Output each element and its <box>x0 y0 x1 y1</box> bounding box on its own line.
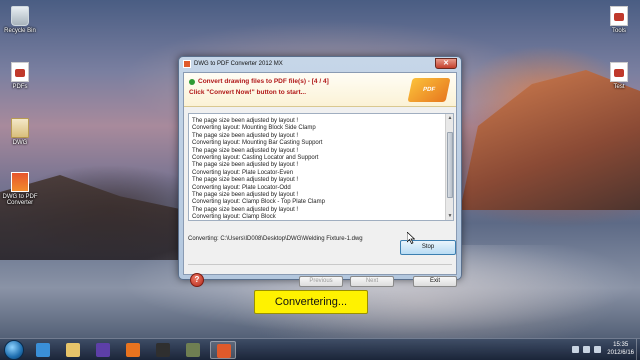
document-icon <box>610 6 628 26</box>
close-button[interactable]: ✕ <box>435 57 457 69</box>
desktop-icon-test[interactable]: Test <box>599 62 639 90</box>
divider <box>188 264 452 265</box>
windows-explorer-icon <box>66 343 80 357</box>
log-line: Converting layout: Clamp Block <box>192 214 276 221</box>
terminal-icon <box>156 343 170 357</box>
log-line: The page size been adjusted by layout ! <box>192 147 299 154</box>
desktop-icon-label: Recycle Bin <box>4 28 36 34</box>
log-lines: The page size been adjusted by layout ! C… <box>189 114 453 221</box>
start-button[interactable] <box>4 340 24 360</box>
status-dot-icon <box>189 78 195 85</box>
clock-time: 15:35 <box>613 342 629 348</box>
taskbar-item-photoshop[interactable] <box>180 341 206 359</box>
log-line: Converting layout: Casting Locator and S… <box>192 155 319 162</box>
recycle-bin-icon <box>11 6 29 26</box>
flag-icon[interactable] <box>572 346 580 353</box>
volume-icon[interactable] <box>594 346 602 353</box>
log-line: The page size been adjusted by layout ! <box>192 206 299 213</box>
scroll-thumb[interactable] <box>447 132 453 198</box>
scroll-down-icon[interactable]: ▼ <box>447 213 453 219</box>
media-player-icon <box>96 343 110 357</box>
log-line: The page size been adjusted by layout ! <box>192 177 299 184</box>
window-title: DWG to PDF Converter 2012 MX <box>194 61 283 67</box>
desktop-icon-label: Tools <box>611 28 626 34</box>
desktop-icon-dwg[interactable]: DWG <box>0 118 40 146</box>
document-icon <box>610 62 628 82</box>
banner: Convert drawing files to PDF file(s) - [… <box>184 73 456 107</box>
taskbar-item-windows-explorer[interactable] <box>60 341 86 359</box>
system-tray: 15:35 2012/6/16 <box>572 342 634 357</box>
mouse-cursor-icon <box>407 232 415 244</box>
desktop-icon-tools[interactable]: Tools <box>599 6 639 34</box>
clock-date: 2012/6/16 <box>607 349 634 356</box>
internet-explorer-icon <box>36 343 50 357</box>
banner-row-2: Click "Convert Now!" button to start... <box>189 89 306 96</box>
scroll-up-icon[interactable]: ▲ <box>447 115 453 121</box>
firefox-icon <box>126 343 140 357</box>
taskbar-item-terminal[interactable] <box>150 341 176 359</box>
log-line: The page size been adjusted by layout ! <box>192 162 299 169</box>
desktop-icon-recycle-bin[interactable]: Recycle Bin <box>0 6 40 34</box>
clock[interactable]: 15:35 2012/6/16 <box>607 342 634 357</box>
caption-banner: Convertering... <box>254 290 368 314</box>
taskbar-item-internet-explorer[interactable] <box>30 341 56 359</box>
log-scrollbar[interactable]: ▲ ▼ <box>445 114 453 220</box>
next-button[interactable]: Next <box>350 276 394 287</box>
log-line: The page size been adjusted by layout ! <box>192 192 299 199</box>
log-line: Converting layout: Mounting Bar Casting … <box>192 140 323 147</box>
taskbar: 15:35 2012/6/16 <box>0 338 640 360</box>
dwg-to-pdf-icon <box>217 344 231 358</box>
desktop-icon-dwg-to-pdf[interactable]: DWG to PDF Converter <box>0 172 40 206</box>
window-titlebar[interactable]: DWG to PDF Converter 2012 MX ✕ <box>179 57 461 71</box>
desktop-icon-label: DWG <box>12 140 28 146</box>
desktop-icon-label: PDFs <box>12 84 28 90</box>
exit-button[interactable]: Exit <box>413 276 457 287</box>
desktop-icon-pdfs[interactable]: PDFs <box>0 62 40 90</box>
previous-button[interactable]: Previous <box>299 276 343 287</box>
taskbar-item-media-player[interactable] <box>90 341 116 359</box>
show-desktop-button[interactable] <box>636 339 640 360</box>
log-line: The page size been adjusted by layout ! <box>192 132 299 139</box>
banner-line-1: Convert drawing files to PDF file(s) - [… <box>198 78 329 85</box>
app-icon <box>183 60 191 68</box>
log-line: The page size been adjusted by layout ! <box>192 118 299 124</box>
log-line: Converting layout: Plate Locator-Odd <box>192 184 291 191</box>
banner-row-1: Convert drawing files to PDF file(s) - [… <box>189 78 329 85</box>
pdf-banner-icon: PDF <box>407 78 451 102</box>
taskbar-item-firefox[interactable] <box>120 341 146 359</box>
conversion-log[interactable]: The page size been adjusted by layout ! C… <box>188 113 454 221</box>
desktop-icon-label: DWG to PDF Converter <box>2 194 38 206</box>
help-icon[interactable]: ? <box>190 273 204 287</box>
converter-window: DWG to PDF Converter 2012 MX ✕ Convert d… <box>178 56 462 287</box>
log-line: Converting layout: Clamp Block - Top Pla… <box>192 199 325 206</box>
window-client: Convert drawing files to PDF file(s) - [… <box>183 72 457 287</box>
pdf-file-icon <box>11 62 29 82</box>
network-icon[interactable] <box>583 346 591 353</box>
log-line: Converting layout: Mounting Block Side C… <box>192 125 316 132</box>
converting-status: Converting: C:\Users\ID008\Desktop\DWG\W… <box>188 236 363 242</box>
folder-icon <box>11 118 29 138</box>
desktop-icon-label: Test <box>613 84 625 90</box>
banner-line-2: Click "Convert Now!" button to start... <box>189 89 307 96</box>
log-line: Converting layout: Plate Locator-Even <box>192 169 294 176</box>
dwg-to-pdf-icon <box>11 172 29 192</box>
taskbar-item-dwg-to-pdf[interactable] <box>210 341 236 359</box>
photoshop-icon <box>186 343 200 357</box>
